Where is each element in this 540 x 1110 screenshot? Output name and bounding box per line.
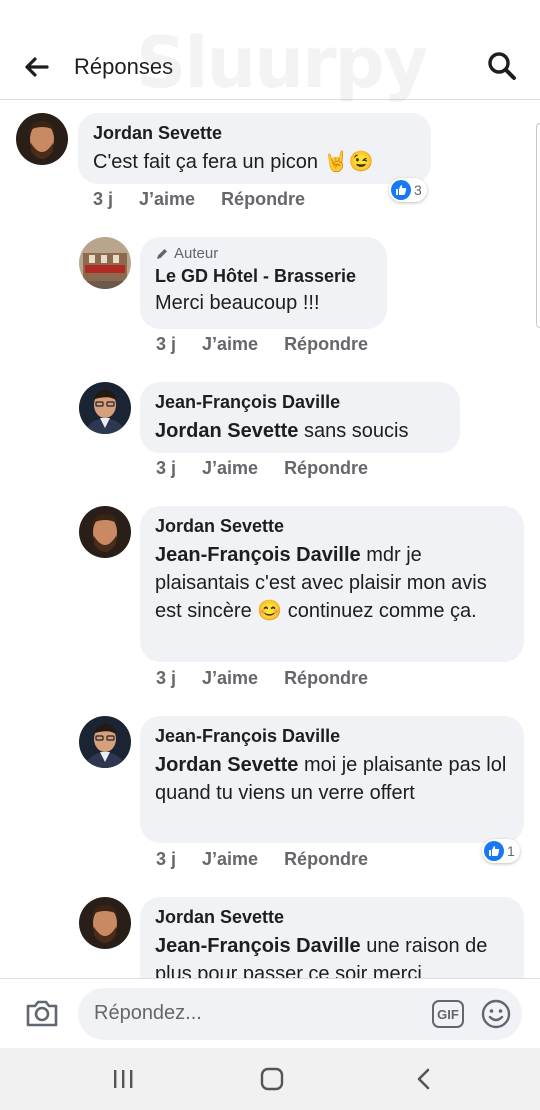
comment-actions: 3 j J’aime Répondre — [156, 668, 368, 689]
thumbs-up-icon — [391, 180, 411, 200]
mention-link[interactable]: Jordan Sevette — [155, 420, 298, 442]
reply-input[interactable]: Répondez... GIF — [78, 988, 522, 1040]
comment-text: C'est fait ça fera un picon 🤘😉 — [93, 151, 374, 173]
comment-bubble[interactable]: Jean-François Daville Jordan Sevette san… — [140, 382, 460, 453]
reaction-count: 1 — [507, 843, 515, 859]
mention-link[interactable]: Jordan Sevette — [155, 754, 298, 776]
camera-icon — [26, 1000, 58, 1027]
like-link[interactable]: J’aime — [202, 668, 258, 689]
back-chevron-icon — [417, 1068, 430, 1090]
comment-author[interactable]: Jean-François Daville — [155, 725, 509, 747]
reply-link[interactable]: Répondre — [284, 458, 368, 479]
avatar[interactable] — [79, 237, 131, 289]
comment-bubble[interactable]: Jordan Sevette Jean-François Daville mdr… — [140, 506, 524, 662]
home-icon — [260, 1067, 284, 1091]
reaction-summary[interactable]: 3 — [389, 178, 427, 202]
reaction-summary[interactable]: 1 — [482, 839, 520, 863]
comment-author[interactable]: Jean-François Daville — [155, 391, 445, 413]
back-button[interactable] — [22, 52, 52, 82]
comment-text-block: Jordan Sevette sans soucis — [155, 417, 445, 445]
app-header: Réponses — [0, 0, 540, 100]
thumbs-up-icon — [484, 841, 504, 861]
mention-link[interactable]: Jean-François Daville — [155, 935, 361, 957]
comment-actions: 3 j J’aime Répondre — [156, 458, 368, 479]
arrow-left-icon — [25, 57, 49, 77]
author-badge: Auteur — [155, 245, 372, 263]
system-back-button[interactable] — [409, 1064, 439, 1094]
avatar[interactable] — [16, 113, 68, 165]
comment-text: Merci beaucoup !!! — [155, 292, 320, 314]
avatar[interactable] — [79, 716, 131, 768]
search-button[interactable] — [486, 50, 518, 82]
reply-link[interactable]: Répondre — [284, 668, 368, 689]
reply-input-placeholder: Répondez... — [94, 1002, 202, 1024]
like-link[interactable]: J’aime — [202, 458, 258, 479]
pencil-icon — [157, 249, 167, 259]
comment-bubble[interactable]: Jordan Sevette C'est fait ça fera un pic… — [78, 113, 431, 184]
recents-button[interactable] — [108, 1064, 138, 1094]
comment-time: 3 j — [156, 849, 177, 869]
gif-button[interactable]: GIF — [432, 1000, 464, 1028]
comment-author[interactable]: Jordan Sevette — [93, 122, 416, 144]
smiley-icon — [481, 999, 511, 1029]
author-badge-label: Auteur — [174, 245, 219, 262]
avatar[interactable] — [79, 897, 131, 949]
reply-link[interactable]: Répondre — [284, 849, 368, 870]
page-title: Réponses — [74, 54, 174, 79]
comment-text-block: Jordan Sevette moi je plaisante pas lol … — [155, 751, 509, 807]
search-icon — [488, 52, 516, 80]
comment-author[interactable]: Le GD Hôtel - Brasserie — [155, 265, 372, 287]
avatar[interactable] — [79, 382, 131, 434]
like-link[interactable]: J’aime — [202, 849, 258, 870]
comment-bubble[interactable]: Jean-François Daville Jordan Sevette moi… — [140, 716, 524, 843]
system-navigation-bar — [0, 1048, 540, 1110]
comment-time: 3 j — [156, 668, 177, 688]
recents-icon — [114, 1070, 133, 1088]
scroll-indicator — [536, 123, 540, 328]
comment-author[interactable]: Jordan Sevette — [155, 906, 509, 928]
reply-link[interactable]: Répondre — [284, 334, 368, 355]
comment-time: 3 j — [156, 458, 177, 478]
comment-time: 3 j — [93, 189, 114, 209]
comment-text-block: Jean-François Daville mdr je plaisantais… — [155, 541, 509, 625]
like-link[interactable]: J’aime — [139, 189, 195, 210]
reaction-count: 3 — [414, 182, 422, 198]
reply-composer: Répondez... GIF — [0, 978, 540, 1048]
comment-bubble[interactable]: Auteur Le GD Hôtel - Brasserie Merci bea… — [140, 237, 387, 329]
comment-time: 3 j — [156, 334, 177, 354]
comment-actions: 3 j J’aime Répondre — [93, 189, 305, 210]
comment-actions: 3 j J’aime Répondre — [156, 334, 368, 355]
home-button[interactable] — [257, 1064, 287, 1094]
comment-author[interactable]: Jordan Sevette — [155, 515, 509, 537]
like-link[interactable]: J’aime — [202, 334, 258, 355]
avatar[interactable] — [79, 506, 131, 558]
reply-link[interactable]: Répondre — [221, 189, 305, 210]
emoji-button[interactable] — [480, 998, 512, 1030]
comment-text: sans soucis — [298, 420, 409, 442]
camera-button[interactable] — [24, 995, 60, 1031]
comment-actions: 3 j J’aime Répondre — [156, 849, 368, 870]
mention-link[interactable]: Jean-François Daville — [155, 544, 361, 566]
